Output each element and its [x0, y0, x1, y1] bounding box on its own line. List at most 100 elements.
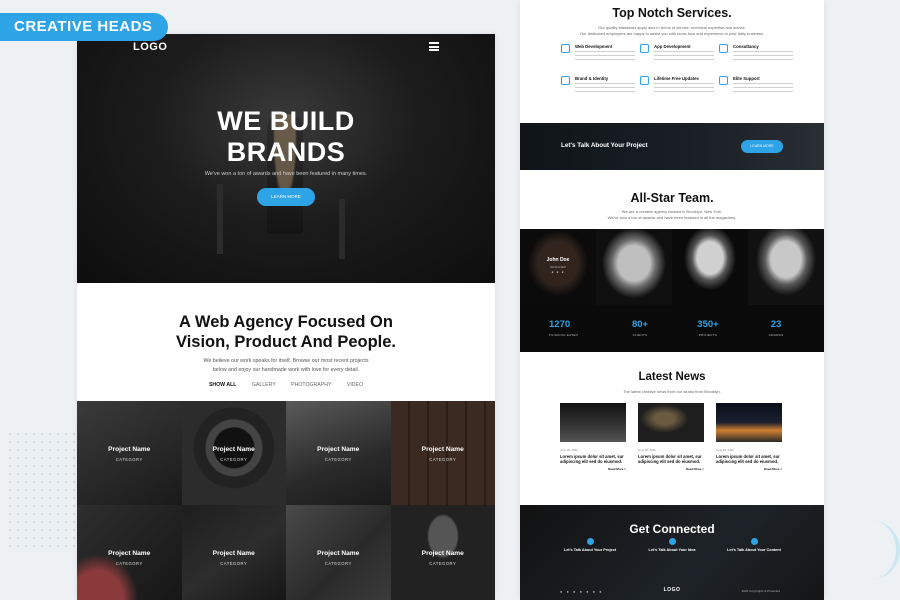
project-tile[interactable]: Project Name CATEGORY: [286, 401, 391, 505]
member-name: John Doe: [546, 257, 570, 263]
service-desc: [654, 83, 714, 95]
stat-item: 1270 THINKING EATEN: [535, 319, 611, 337]
service-title: Elite Support: [733, 76, 760, 81]
hero-light-stand: [339, 199, 345, 259]
news-read-more-link[interactable]: Read More >: [638, 467, 704, 471]
project-tile[interactable]: Project Name CATEGORY: [390, 401, 495, 505]
hero-light-stand: [217, 184, 223, 254]
project-category: CATEGORY: [324, 561, 352, 566]
project-category: CATEGORY: [220, 561, 248, 566]
news-card[interactable]: June 25, 2020 Lorem ipsum dolor sit amet…: [716, 403, 782, 471]
team-member-photo[interactable]: [748, 229, 824, 305]
service-desc: [654, 51, 714, 63]
stat-value: 80+: [631, 319, 649, 330]
team-intro-line: We've won a ton of awards and have been …: [607, 214, 737, 220]
filter-show-all[interactable]: SHOW ALL: [209, 382, 236, 388]
hero-subtitle: We've won a ton of awards and have been …: [204, 171, 368, 177]
news-image: [716, 403, 782, 442]
code-icon: [561, 44, 570, 53]
news-card[interactable]: June 25, 2020 Lorem ipsum dolor sit amet…: [560, 403, 626, 471]
intro-title: A Web Agency Focused On Vision, Product …: [77, 312, 495, 352]
connect-item[interactable]: Let's Talk About Your Content: [714, 538, 794, 552]
news-read-more-link[interactable]: Read More >: [716, 467, 782, 471]
news-card[interactable]: June 25, 2020 Lorem ipsum dolor sit amet…: [638, 403, 704, 471]
hamburger-icon[interactable]: [429, 42, 439, 51]
connect-item[interactable]: Let's Talk About Your Idea: [632, 538, 712, 552]
stat-label: PROJECTS: [698, 333, 718, 337]
services-title: Top Notch Services.: [612, 6, 732, 20]
cta-text: Let's Talk About Your Project: [561, 142, 648, 149]
left-page-preview: LOGO WE BUILD BRANDS We've won a ton of …: [77, 34, 495, 600]
clipboard-icon: [750, 538, 758, 545]
service-title: Web Development: [575, 44, 613, 49]
project-name: Project Name: [108, 550, 151, 557]
stat-item: 350+ PROJECTS: [670, 319, 746, 337]
stat-value: 23: [770, 319, 782, 330]
project-name: Project Name: [212, 550, 255, 557]
project-category: CATEGORY: [324, 457, 352, 462]
news-read-more-link[interactable]: Read More >: [560, 467, 626, 471]
services-intro-line: Our dedicated employees are happy to ass…: [579, 30, 765, 36]
intro-text-line: We believe our work speaks for itself. B…: [203, 358, 369, 364]
service-title: Lifetime Free Updates: [654, 76, 699, 81]
connect-item-title: Let's Talk About Your Content: [727, 548, 781, 552]
footer-copyright: 2020 Copyrights & Protected: [741, 589, 780, 593]
filter-gallery[interactable]: GALLERY: [252, 382, 276, 388]
intro-text: We believe our work speaks for itself. B…: [197, 357, 375, 375]
project-tile[interactable]: Project Name CATEGORY: [390, 505, 495, 600]
cta-learn-more-button[interactable]: LEARN MORE: [741, 140, 783, 153]
stat-item: 23 AWARDS: [738, 319, 814, 337]
decorative-wave: [840, 520, 900, 580]
project-tile[interactable]: Project Name CATEGORY: [181, 505, 286, 600]
hero-learn-more-button[interactable]: LEARN MORE: [257, 188, 315, 206]
stat-label: CLIENTS: [632, 333, 648, 337]
connect-footer: Get Connected Let's Talk About Your Proj…: [520, 505, 824, 600]
project-category: CATEGORY: [115, 561, 143, 566]
service-desc: [575, 51, 635, 63]
news-headline: Lorem ipsum dolor sit amet, sur adipisci…: [560, 454, 624, 465]
support-icon: [719, 76, 728, 85]
connect-item[interactable]: Let's Talk About Your Project: [550, 538, 630, 552]
intro-section: A Web Agency Focused On Vision, Product …: [77, 283, 495, 401]
intro-title-line: Vision, Product And People.: [175, 333, 397, 351]
news-headline: Lorem ipsum dolor sit amet, sur adipisci…: [716, 454, 780, 465]
project-tile[interactable]: Project Name CATEGORY: [181, 401, 286, 505]
project-name: Project Name: [108, 446, 151, 453]
project-tile[interactable]: Project Name CATEGORY: [77, 401, 182, 505]
team-intro-line: We are a creative agency located in Broo…: [621, 209, 723, 214]
connect-item-title: Let's Talk About Your Idea: [648, 548, 696, 552]
intro-title-line: A Web Agency Focused On: [179, 313, 393, 331]
service-title: Consultancy: [733, 44, 759, 49]
news-date: June 25, 2020: [638, 448, 656, 452]
project-category: CATEGORY: [220, 457, 248, 462]
stat-item: 80+ CLIENTS: [602, 319, 678, 337]
project-name: Project Name: [317, 446, 360, 453]
project-category: CATEGORY: [115, 457, 143, 462]
news-image: [638, 403, 704, 442]
project-tile[interactable]: Project Name CATEGORY: [77, 505, 182, 600]
chat-icon: [719, 44, 728, 53]
portfolio-filters: SHOW ALL GALLERY PHOTOGRAPHY VIDEO: [77, 382, 495, 388]
project-tile[interactable]: Project Name CATEGORY: [286, 505, 391, 600]
project-category: CATEGORY: [429, 561, 457, 566]
team-member-photo[interactable]: [596, 229, 672, 305]
services-intro-line: Our quality standards apply also in term…: [598, 25, 746, 30]
team-member-photo[interactable]: John Doe DESIGNER ● ● ●: [520, 229, 596, 305]
team-section: John Doe DESIGNER ● ● ● 1270 THINKING EAT…: [520, 229, 824, 352]
member-role: DESIGNER: [550, 265, 566, 269]
service-title: Brand & Identity: [575, 76, 609, 81]
team-member-photo[interactable]: [672, 229, 748, 305]
service-desc: [575, 83, 635, 95]
service-title: App Development: [654, 44, 691, 49]
member-social-icons[interactable]: ● ● ●: [520, 270, 596, 274]
site-logo[interactable]: LOGO: [133, 41, 167, 53]
decorative-dots: [6, 430, 86, 550]
services-intro: Our quality standards apply also in term…: [540, 25, 804, 36]
mobile-icon: [640, 44, 649, 53]
service-desc: [733, 51, 793, 63]
filter-video[interactable]: VIDEO: [347, 382, 363, 388]
project-name: Project Name: [212, 446, 255, 453]
filter-photography[interactable]: PHOTOGRAPHY: [291, 382, 331, 388]
stat-label: AWARDS: [768, 333, 784, 337]
news-date: June 25, 2020: [716, 448, 734, 452]
